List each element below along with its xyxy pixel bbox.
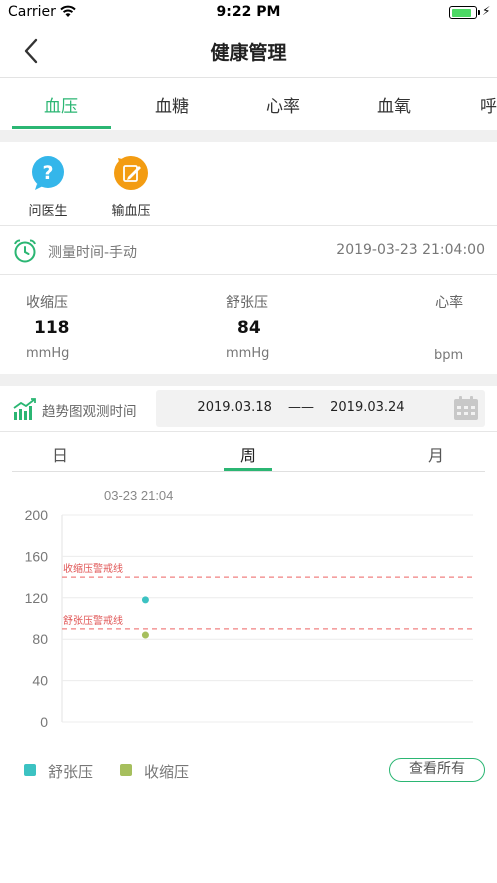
legend-label-systolic: 收缩压 bbox=[144, 763, 190, 781]
tab-heart-rate[interactable]: 心率 bbox=[266, 92, 300, 117]
question-icon: ? bbox=[32, 156, 64, 190]
section-divider bbox=[0, 374, 497, 386]
alarm-clock-icon bbox=[14, 239, 36, 263]
data-point bbox=[141, 631, 149, 639]
range-start: 2019.03.18 bbox=[197, 400, 272, 415]
period-day[interactable]: 日 bbox=[52, 442, 68, 466]
systolic-name: 收缩压 bbox=[26, 295, 68, 311]
trend-range-row: 趋势图观测时间 2019.03.18 —— 2019.03.24 bbox=[0, 386, 497, 432]
chart-tooltip: 03-23 21:04 bbox=[104, 488, 173, 503]
input-blood-pressure-label: 输血压 bbox=[111, 204, 151, 219]
calendar-icon[interactable] bbox=[453, 396, 479, 421]
period-month[interactable]: 月 bbox=[428, 442, 444, 466]
threshold-label: 收缩压警戒线 bbox=[63, 562, 123, 575]
input-blood-pressure-button[interactable]: 输血压 bbox=[101, 154, 161, 219]
data-point bbox=[141, 596, 149, 604]
trend-chart-icon bbox=[13, 398, 36, 420]
heart-rate-stat: 心率 bpm bbox=[434, 292, 463, 363]
tab-blood-oxygen[interactable]: 血氧 bbox=[377, 92, 411, 117]
clock-time: 9:22 PM bbox=[216, 4, 281, 20]
blood-pressure-chart: 03-23 21:04 200 160 120 80 40 0 收缩压警戒线 舒张压警戒线 bbox=[0, 476, 497, 746]
heart-rate-value bbox=[434, 318, 463, 340]
heart-rate-name: 心率 bbox=[435, 295, 464, 311]
period-week[interactable]: 周 bbox=[240, 442, 256, 466]
range-end: 2019.03.24 bbox=[330, 400, 405, 415]
ask-doctor-label: 问医生 bbox=[28, 204, 68, 219]
tab-blood-sugar[interactable]: 血糖 bbox=[155, 92, 189, 117]
active-tab-indicator bbox=[12, 126, 111, 129]
status-bar: Carrier 9:22 PM ⚡ bbox=[0, 0, 497, 24]
active-period-indicator bbox=[224, 468, 272, 471]
section-divider bbox=[0, 130, 497, 142]
measurement-datetime: 2019-03-23 21:04:00 bbox=[336, 242, 485, 258]
systolic-value: 118 bbox=[34, 318, 70, 338]
legend-swatch-systolic bbox=[120, 764, 132, 776]
y-tick-label: 0 bbox=[40, 714, 48, 730]
diastolic-value: 84 bbox=[237, 318, 261, 338]
y-tick-label: 40 bbox=[32, 673, 48, 689]
nav-bar: 健康管理 bbox=[0, 24, 497, 78]
date-range-picker[interactable]: 2019.03.18 —— 2019.03.24 bbox=[156, 390, 485, 427]
category-tabs: 血压 血糖 心率 血氧 呼 bbox=[0, 78, 497, 130]
battery-icon bbox=[449, 6, 477, 19]
charging-bolt-icon: ⚡ bbox=[482, 4, 491, 18]
y-tick-label: 200 bbox=[25, 507, 49, 523]
quick-actions: ? 问医生 输血压 bbox=[0, 142, 497, 226]
diastolic-unit: mmHg bbox=[226, 346, 270, 361]
page-title: 健康管理 bbox=[210, 42, 287, 64]
measurement-time-row: 测量时间-手动 2019-03-23 21:04:00 bbox=[0, 227, 497, 275]
view-all-button[interactable]: 查看所有 bbox=[389, 758, 485, 782]
diastolic-stat: 舒张压 84 mmHg bbox=[226, 292, 269, 361]
y-tick-label: 160 bbox=[25, 548, 49, 564]
y-tick-label: 120 bbox=[25, 590, 49, 606]
chart-legend: 舒张压 收缩压 查看所有 bbox=[0, 756, 497, 786]
systolic-stat: 收缩压 118 mmHg bbox=[26, 292, 70, 361]
trend-label: 趋势图观测时间 bbox=[42, 404, 137, 420]
range-separator: —— bbox=[288, 400, 314, 415]
vitals-summary: 收缩压 118 mmHg 舒张压 84 mmHg 心率 bpm bbox=[0, 276, 497, 374]
measurement-label: 测量时间-手动 bbox=[48, 245, 138, 261]
tab-blood-pressure[interactable]: 血压 bbox=[44, 92, 78, 117]
systolic-unit: mmHg bbox=[26, 346, 70, 361]
threshold-label: 舒张压警戒线 bbox=[63, 614, 123, 627]
y-tick-label: 80 bbox=[32, 631, 48, 647]
ask-doctor-button[interactable]: ? 问医生 bbox=[18, 154, 78, 219]
diastolic-name: 舒张压 bbox=[226, 295, 268, 311]
edit-icon bbox=[114, 156, 148, 190]
svg-text:?: ? bbox=[42, 162, 53, 184]
heart-rate-unit: bpm bbox=[434, 348, 464, 363]
tab-respiration[interactable]: 呼 bbox=[480, 92, 497, 117]
battery-cap bbox=[478, 10, 480, 15]
date-range-text: 2019.03.18 —— 2019.03.24 bbox=[156, 400, 446, 415]
period-tabs: 日 周 月 bbox=[12, 432, 485, 472]
chart-svg: 03-23 21:04 200 160 120 80 40 0 收缩压警戒线舒张压警戒线 bbox=[25, 488, 473, 730]
legend-swatch-diastolic bbox=[24, 764, 36, 776]
legend-label-diastolic: 舒张压 bbox=[48, 763, 94, 781]
